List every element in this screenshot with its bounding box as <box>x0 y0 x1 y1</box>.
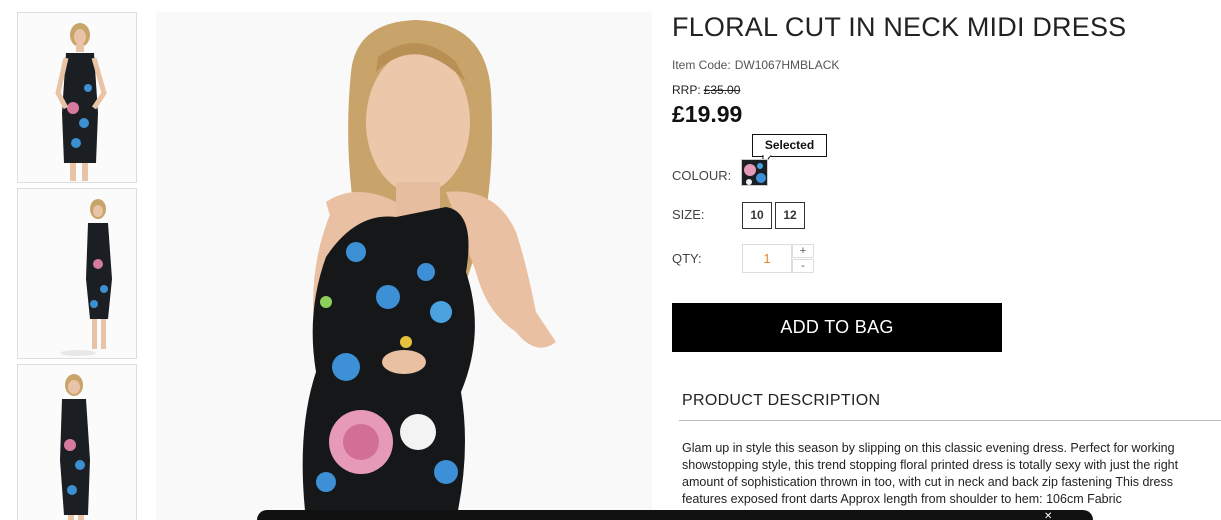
size-label: SIZE: <box>672 207 705 222</box>
item-code-value: DW1067HMBLACK <box>734 58 840 72</box>
size-option-10[interactable]: 10 <box>742 202 772 229</box>
description-divider <box>679 420 1221 421</box>
selected-tooltip: Selected <box>752 134 827 157</box>
thumbnail-3-image <box>60 374 90 520</box>
product-description-heading[interactable]: PRODUCT DESCRIPTION <box>682 392 880 410</box>
item-code-label: Item Code: <box>672 58 731 72</box>
size-option-12[interactable]: 12 <box>775 202 805 229</box>
product-title: FLORAL CUT IN NECK MIDI DRESS <box>672 12 1127 42</box>
rrp-label: RRP: <box>672 83 701 97</box>
thumbnail-2-image <box>60 199 112 356</box>
qty-increase-button[interactable]: + <box>792 244 814 258</box>
bottom-overlay-bar <box>257 510 1093 520</box>
thumbnail-list <box>17 12 137 520</box>
thumbnail-3[interactable] <box>17 364 137 520</box>
item-code: Item Code: DW1067HMBLACK <box>672 58 843 72</box>
colour-swatch[interactable] <box>741 159 768 186</box>
overlay-close-icon[interactable]: ✕ <box>1044 511 1052 520</box>
thumbnail-1-image <box>55 23 107 181</box>
thumbnail-2[interactable] <box>17 188 137 359</box>
thumbnail-1[interactable] <box>17 12 137 183</box>
main-product-image[interactable] <box>156 12 652 520</box>
colour-label: COLOUR: <box>672 168 732 183</box>
product-description-text: Glam up in style this season by slipping… <box>682 441 1179 506</box>
rrp-value: £35.00 <box>703 83 741 97</box>
product-price: £19.99 <box>672 101 743 127</box>
model-photo <box>156 12 652 520</box>
rrp: RRP: £35.00 <box>672 83 740 97</box>
quantity-input[interactable]: 1 <box>742 244 792 273</box>
qty-label: QTY: <box>672 251 702 266</box>
qty-decrease-button[interactable]: - <box>792 259 814 273</box>
add-to-bag-button[interactable]: ADD TO BAG <box>672 303 1002 352</box>
floral-swatch-icon <box>742 160 767 185</box>
